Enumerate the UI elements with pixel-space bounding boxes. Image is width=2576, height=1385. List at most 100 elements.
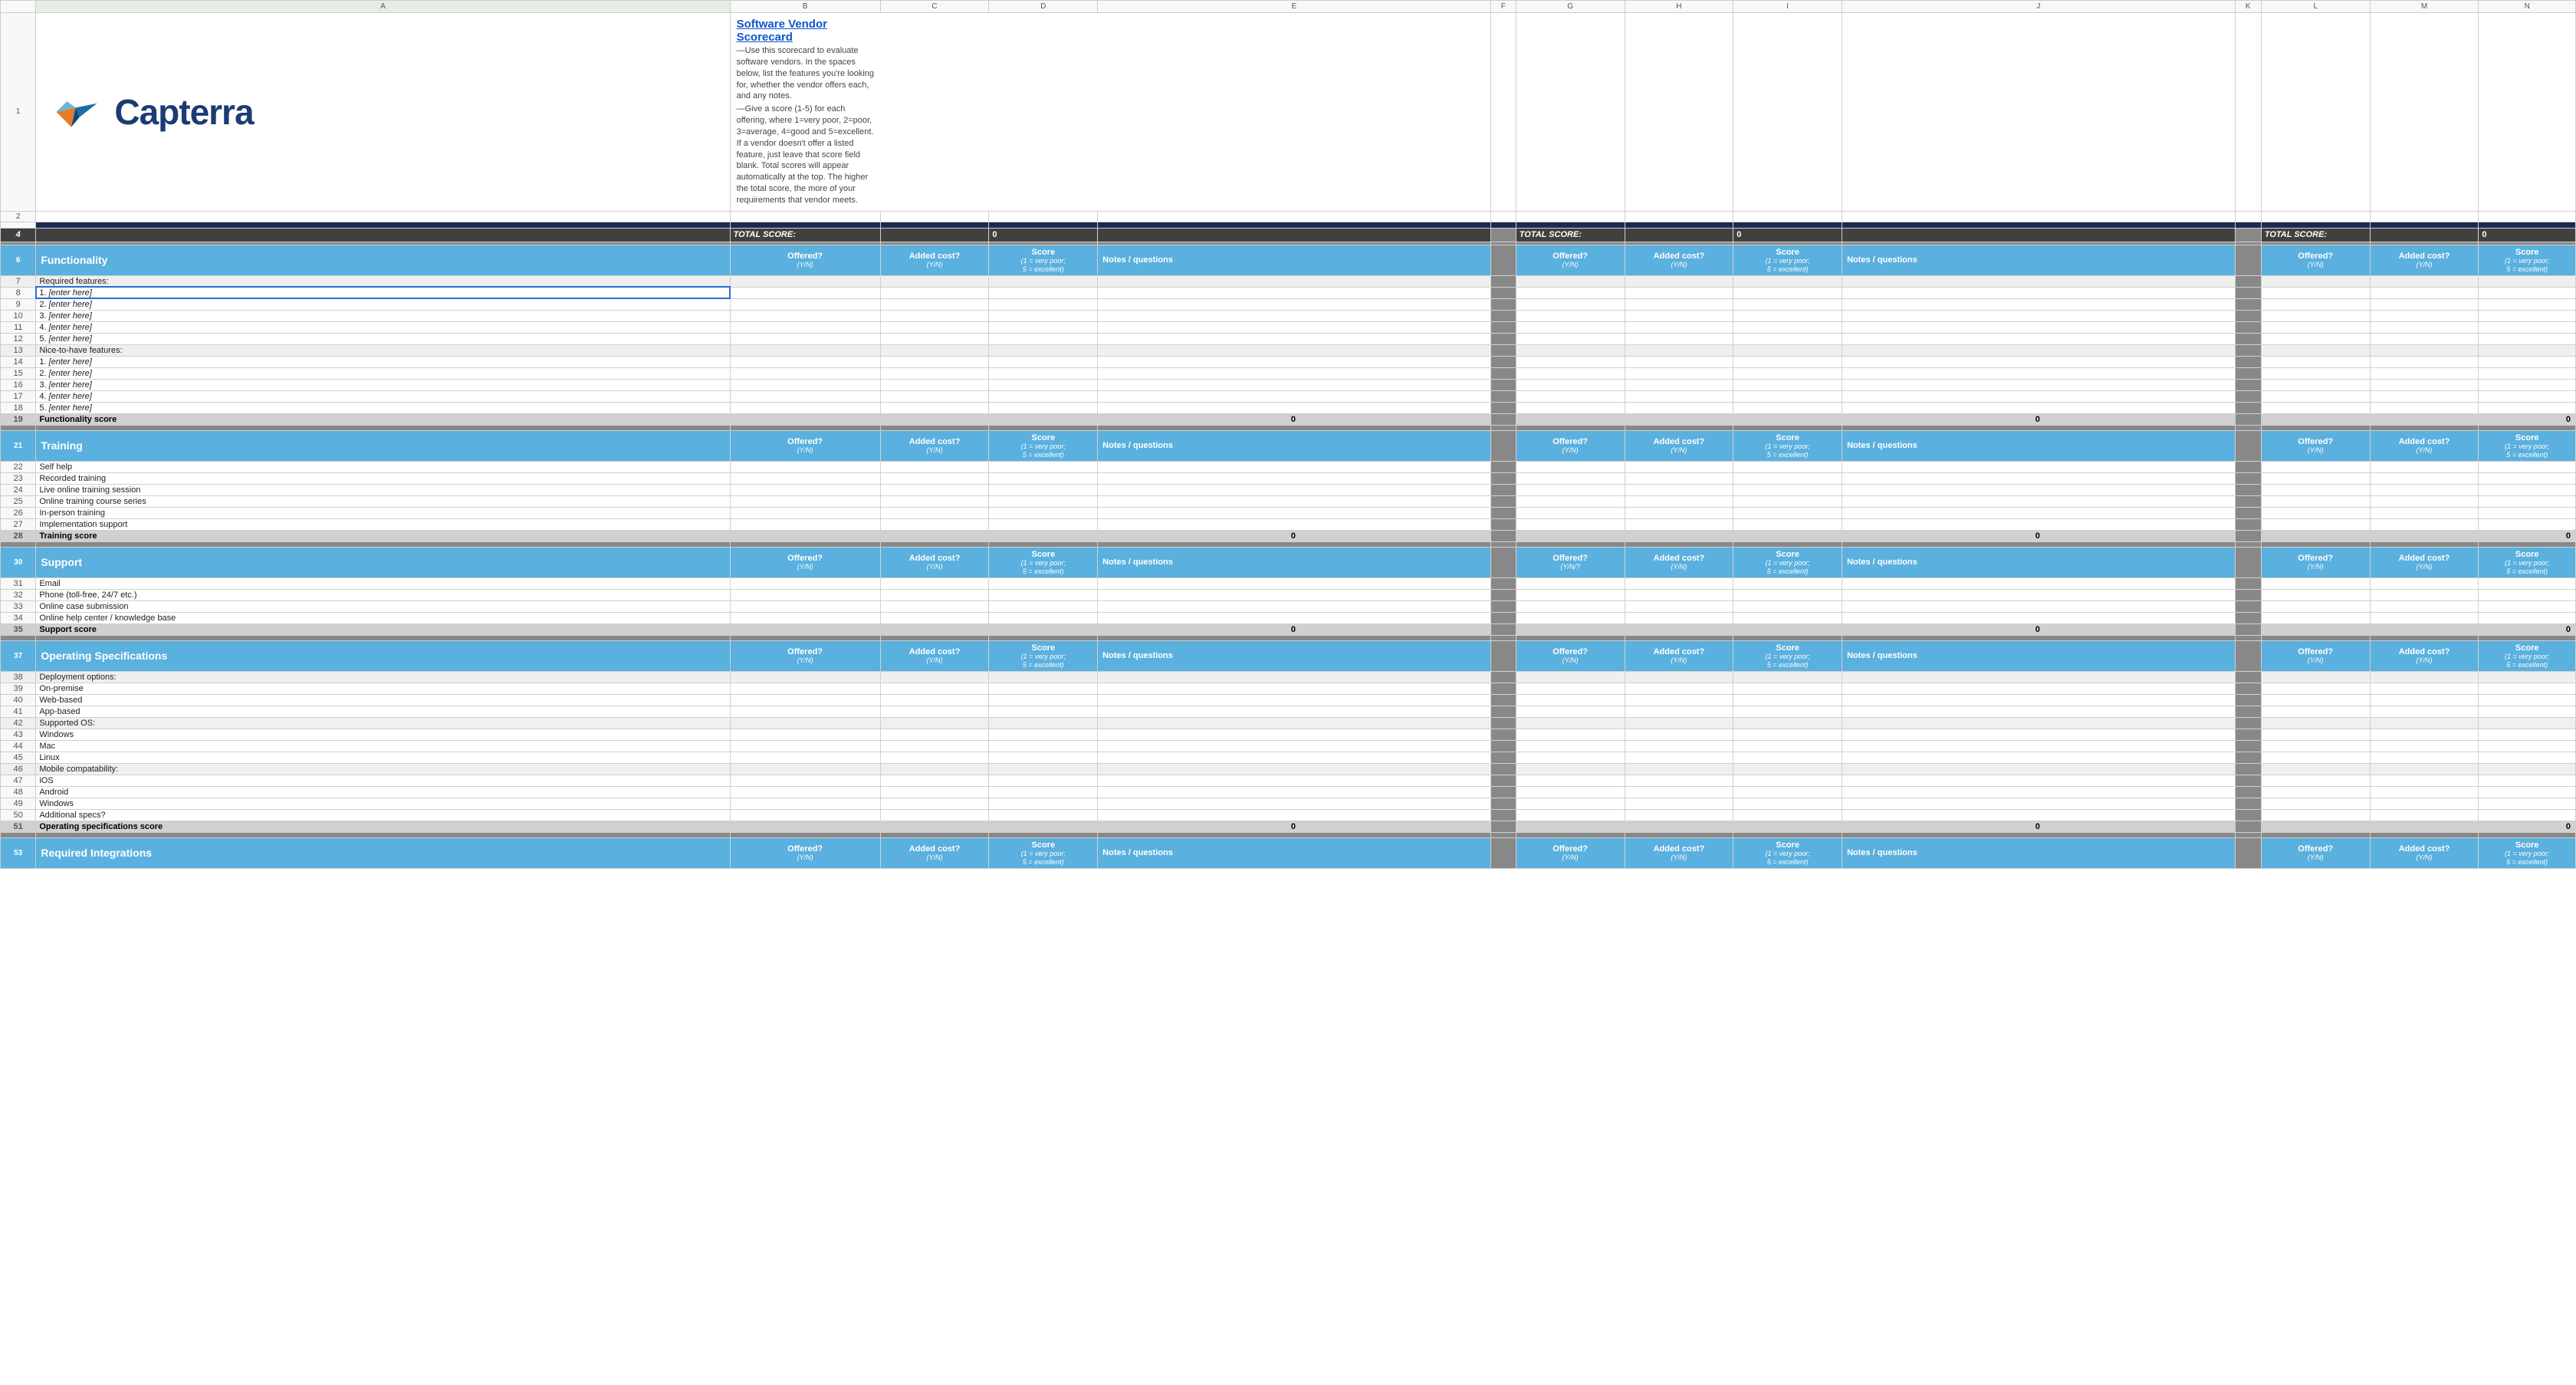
cell-H25[interactable] [1625,495,1733,507]
cell-E38[interactable] [1098,671,1491,683]
row-header-49[interactable]: 49 [1,798,36,809]
col-header-A[interactable]: A [36,1,730,13]
cell-D46[interactable] [989,763,1098,775]
cell-M26[interactable] [2370,507,2479,518]
cell-H44[interactable] [1625,740,1733,752]
cell-H8[interactable] [1625,287,1733,298]
cell-M47[interactable] [2370,775,2479,786]
row-header-21[interactable]: 21 [1,430,36,461]
cell-M7[interactable] [2370,275,2479,287]
cell-C26[interactable] [880,507,989,518]
cell-I25[interactable] [1733,495,1842,507]
cell-blank[interactable] [1516,13,1625,212]
cell-D44[interactable] [989,740,1098,752]
cell-D24[interactable] [989,484,1098,495]
row-header-10[interactable]: 10 [1,310,36,321]
cell-A33[interactable]: Online case submission [36,600,730,612]
cell-G33[interactable] [1516,600,1625,612]
cell-E40[interactable] [1098,694,1491,706]
scorecard-title[interactable]: Software Vendor Scorecard [737,18,875,44]
cell-I38[interactable] [1733,671,1842,683]
cell-G41[interactable] [1516,706,1625,717]
cell-L50[interactable] [2261,809,2370,821]
cell-J22[interactable] [1842,461,2236,472]
cell-A44[interactable]: Mac [36,740,730,752]
cell-H47[interactable] [1625,775,1733,786]
cell-N12[interactable] [2479,333,2576,344]
cell-E14[interactable] [1098,356,1491,367]
cell-B43[interactable] [730,729,880,740]
cell-I45[interactable] [1733,752,1842,763]
cell-M25[interactable] [2370,495,2479,507]
cell-r2[interactable] [1516,211,1625,222]
row-header-24[interactable]: 24 [1,484,36,495]
cell-C33[interactable] [880,600,989,612]
cell-E17[interactable] [1098,390,1491,402]
cell-A41[interactable]: App-based [36,706,730,717]
cell-B15[interactable] [730,367,880,379]
cell-B32[interactable] [730,589,880,600]
cell-D8[interactable] [989,287,1098,298]
cell-E7[interactable] [1098,275,1491,287]
cell-L45[interactable] [2261,752,2370,763]
cell-A16[interactable]: 3. [enter here] [36,379,730,390]
cell-L22[interactable] [2261,461,2370,472]
cell-J32[interactable] [1842,589,2236,600]
cell-E45[interactable] [1098,752,1491,763]
cell-I24[interactable] [1733,484,1842,495]
cell-C47[interactable] [880,775,989,786]
cell-E44[interactable] [1098,740,1491,752]
cell-A18[interactable]: 5. [enter here] [36,402,730,413]
cell-r2[interactable] [2370,211,2479,222]
cell-B9[interactable] [730,298,880,310]
cell-A14[interactable]: 1. [enter here] [36,356,730,367]
cell-M34[interactable] [2370,612,2479,623]
cell-N11[interactable] [2479,321,2576,333]
cell-G49[interactable] [1516,798,1625,809]
cell-C49[interactable] [880,798,989,809]
cell-blank[interactable] [2479,13,2576,212]
cell-H7[interactable] [1625,275,1733,287]
cell-M33[interactable] [2370,600,2479,612]
cell-L39[interactable] [2261,683,2370,694]
row-header-2[interactable]: 2 [1,211,36,222]
cell-H42[interactable] [1625,717,1733,729]
cell-M13[interactable] [2370,344,2479,356]
cell-N34[interactable] [2479,612,2576,623]
cell-M23[interactable] [2370,472,2479,484]
cell-B10[interactable] [730,310,880,321]
cell-N9[interactable] [2479,298,2576,310]
cell-L16[interactable] [2261,379,2370,390]
cell-M42[interactable] [2370,717,2479,729]
cell-H38[interactable] [1625,671,1733,683]
cell-A7[interactable]: Required features: [36,275,730,287]
cell-G50[interactable] [1516,809,1625,821]
cell-L18[interactable] [2261,402,2370,413]
cell-G9[interactable] [1516,298,1625,310]
cell-M9[interactable] [2370,298,2479,310]
cell-A50[interactable]: Additional specs? [36,809,730,821]
cell-B16[interactable] [730,379,880,390]
cell-I42[interactable] [1733,717,1842,729]
cell-J46[interactable] [1842,763,2236,775]
row-header-13[interactable]: 13 [1,344,36,356]
cell-A8[interactable]: 1. [enter here] [36,287,730,298]
cell-N38[interactable] [2479,671,2576,683]
row-header-48[interactable]: 48 [1,786,36,798]
cell-J24[interactable] [1842,484,2236,495]
cell-A39[interactable]: On-premise [36,683,730,694]
cell-E13[interactable] [1098,344,1491,356]
cell-L23[interactable] [2261,472,2370,484]
cell-J7[interactable] [1842,275,2236,287]
cell-C15[interactable] [880,367,989,379]
cell-C31[interactable] [880,577,989,589]
cell-N27[interactable] [2479,518,2576,530]
cell-J40[interactable] [1842,694,2236,706]
col-header-C[interactable]: C [880,1,989,13]
cell-E47[interactable] [1098,775,1491,786]
cell-C43[interactable] [880,729,989,740]
cell-G31[interactable] [1516,577,1625,589]
row-header-53[interactable]: 53 [1,837,36,868]
cell-L46[interactable] [2261,763,2370,775]
cell-B23[interactable] [730,472,880,484]
